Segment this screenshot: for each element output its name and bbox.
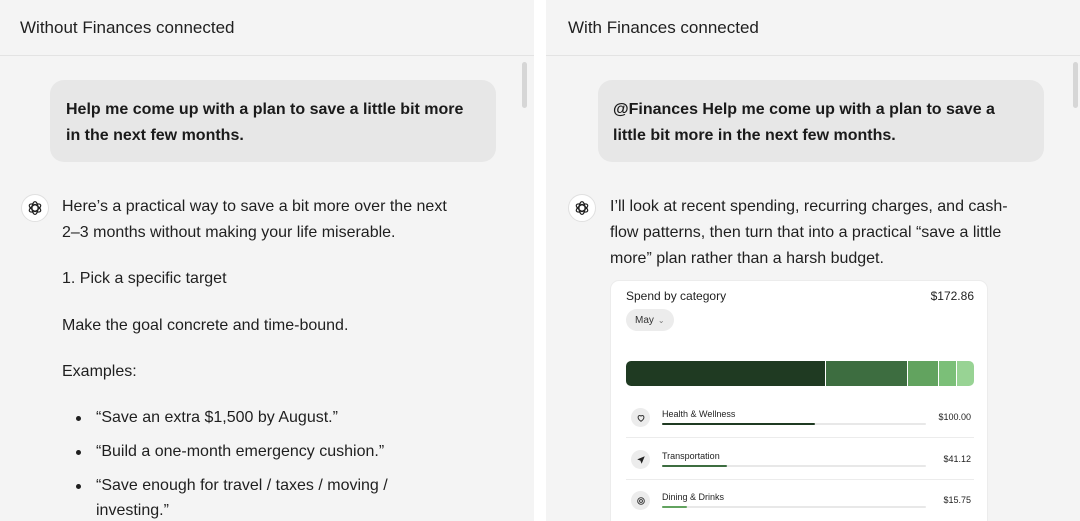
- category-row-transportation[interactable]: Transportation $41.12: [626, 450, 971, 490]
- category-amount: $41.12: [943, 454, 971, 464]
- category-progress-track: [662, 423, 926, 425]
- assistant-intro: I’ll look at recent spending, recurring …: [610, 198, 1008, 267]
- category-progress-fill: [662, 423, 816, 425]
- spend-by-category-card: Spend by category $172.86 May ⌄ Health &…: [611, 281, 987, 521]
- spend-stacked-bar: [626, 361, 974, 386]
- category-progress-fill: [662, 506, 688, 508]
- panel-header: Without Finances connected: [0, 0, 534, 56]
- category-amount: $15.75: [943, 495, 971, 505]
- chevron-down-icon: ⌄: [657, 315, 665, 325]
- list-item: “Build a one-month emergency cushion.”: [76, 439, 396, 465]
- category-progress-fill: [662, 465, 727, 467]
- user-message-bubble: Help me come up with a plan to save a li…: [50, 80, 496, 162]
- panel-without-finances: Without Finances connected Help me come …: [0, 0, 534, 521]
- month-selector-label: May: [635, 314, 654, 326]
- heart-icon: [631, 408, 650, 427]
- divider: [626, 437, 974, 438]
- spend-bar-segment: [956, 361, 974, 386]
- category-row-dining[interactable]: Dining & Drinks $15.75: [626, 491, 971, 521]
- category-label: Dining & Drinks: [662, 492, 725, 502]
- spend-bar-segment: [826, 361, 908, 386]
- scrollbar[interactable]: [522, 62, 527, 108]
- divider: [626, 479, 974, 480]
- category-progress-track: [662, 506, 926, 508]
- panel-header: With Finances connected: [546, 0, 1080, 56]
- examples-list: “Save an extra $1,500 by August.” “Build…: [76, 405, 396, 521]
- user-message-bubble: @Finances Help me come up with a plan to…: [598, 80, 1044, 162]
- category-label: Transportation: [662, 451, 720, 461]
- category-progress-track: [662, 465, 926, 467]
- scrollbar[interactable]: [1073, 62, 1078, 108]
- card-title: Spend by category: [626, 289, 727, 303]
- list-item: “Save an extra $1,500 by August.”: [76, 405, 396, 431]
- assistant-avatar: [21, 194, 49, 222]
- assistant-intro: Here’s a practical way to save a bit mor…: [62, 198, 447, 241]
- list-item: “Save enough for travel / taxes / moving…: [76, 473, 396, 521]
- spend-bar-segment: [907, 361, 940, 386]
- assistant-avatar: [568, 194, 596, 222]
- openai-logo-icon: [28, 201, 42, 215]
- card-total: $172.86: [930, 289, 974, 303]
- panel-title: Without Finances connected: [20, 17, 235, 37]
- panel-with-finances: With Finances connected @Finances Help m…: [546, 0, 1080, 521]
- openai-logo-icon: [575, 201, 589, 215]
- assistant-step-heading: 1. Pick a specific target: [62, 270, 227, 287]
- panel-title: With Finances connected: [568, 17, 759, 37]
- dining-icon: [631, 491, 650, 510]
- category-amount: $100.00: [938, 412, 971, 422]
- category-row-health[interactable]: Health & Wellness $100.00: [626, 408, 971, 448]
- month-selector[interactable]: May ⌄: [626, 309, 674, 331]
- navigation-arrow-icon: [631, 450, 650, 469]
- user-message-text: @Finances Help me come up with a plan to…: [613, 101, 995, 144]
- assistant-goal-text: Make the goal concrete and time-bound.: [62, 317, 349, 334]
- assistant-examples-heading: Examples:: [62, 363, 137, 380]
- spend-bar-segment: [626, 361, 827, 386]
- category-label: Health & Wellness: [662, 409, 736, 419]
- spend-bar-segment: [939, 361, 957, 386]
- user-message-text: Help me come up with a plan to save a li…: [66, 101, 464, 144]
